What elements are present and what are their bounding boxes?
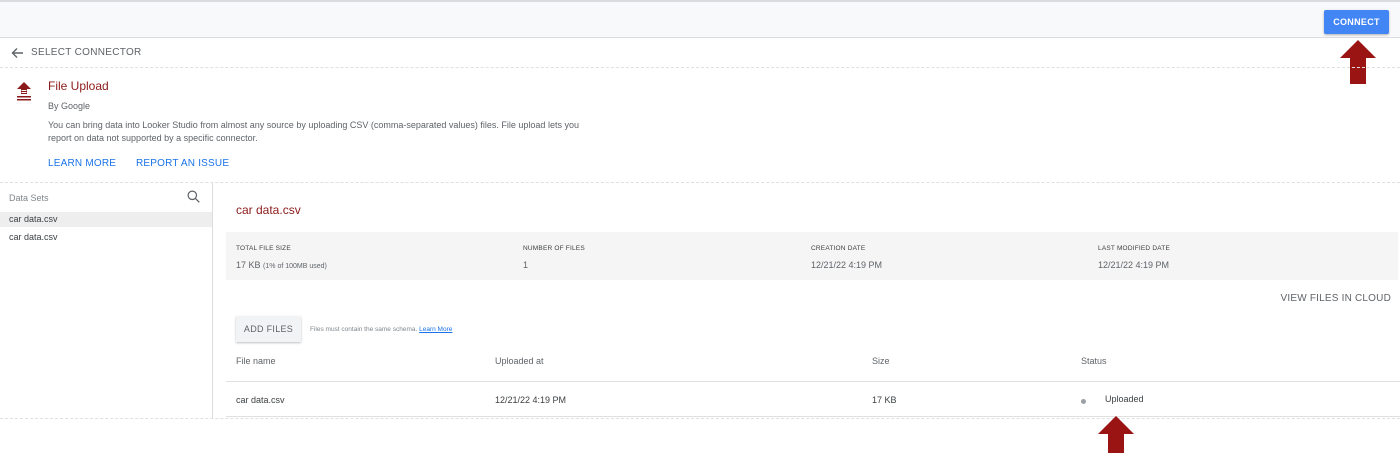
status-dot-icon bbox=[1081, 399, 1086, 404]
table-header-divider bbox=[226, 381, 1400, 382]
column-header-file-name: File name bbox=[236, 356, 276, 366]
status-cell: Uploaded bbox=[1105, 394, 1144, 404]
number-of-files-value: 1 bbox=[523, 260, 529, 270]
last-modified-label: LAST MODIFIED DATE bbox=[1098, 245, 1170, 252]
creation-date-label: CREATION DATE bbox=[811, 245, 866, 252]
schema-note: Files must contain the same schema. Lear… bbox=[310, 326, 452, 333]
column-header-size: Size bbox=[872, 356, 890, 366]
uploaded-at-cell: 12/21/22 4:19 PM bbox=[495, 395, 567, 405]
size-cell: 17 KB bbox=[872, 395, 897, 405]
total-file-size-note: (1% of 100MB used) bbox=[263, 263, 327, 270]
file-name-cell: car data.csv bbox=[236, 395, 285, 405]
creation-date-value: 12/21/22 4:19 PM bbox=[811, 260, 883, 270]
dataset-stats: TOTAL FILE SIZE 17 KB (1% of 100MB used)… bbox=[226, 232, 1398, 280]
total-file-size-label: TOTAL FILE SIZE bbox=[236, 245, 291, 252]
search-icon[interactable] bbox=[187, 190, 200, 203]
add-files-button[interactable]: ADD FILES bbox=[236, 316, 301, 342]
dataset-item[interactable]: car data.csv bbox=[0, 212, 212, 227]
back-arrow-icon[interactable] bbox=[10, 46, 24, 60]
top-toolbar: CONNECT bbox=[0, 0, 1400, 38]
datasets-header: Data Sets bbox=[9, 193, 49, 203]
datasets-sidebar: Data Sets car data.csv car data.csv bbox=[0, 183, 213, 418]
column-header-uploaded-at: Uploaded at bbox=[495, 356, 544, 366]
total-file-size-value: 17 KB (1% of 100MB used) bbox=[236, 260, 327, 270]
report-issue-link[interactable]: REPORT AN ISSUE bbox=[136, 158, 229, 169]
schema-note-text: Files must contain the same schema. bbox=[310, 326, 418, 333]
number-of-files-label: NUMBER OF FILES bbox=[523, 245, 585, 252]
schema-learn-more-link[interactable]: Learn More bbox=[419, 326, 452, 333]
connect-button[interactable]: CONNECT bbox=[1324, 10, 1389, 34]
dataset-title: car data.csv bbox=[236, 203, 301, 217]
select-connector-label[interactable]: SELECT CONNECTOR bbox=[31, 47, 142, 58]
upload-icon bbox=[17, 82, 31, 101]
table-bottom-divider bbox=[226, 416, 1400, 417]
column-header-status: Status bbox=[1081, 356, 1107, 366]
last-modified-value: 12/21/22 4:19 PM bbox=[1098, 260, 1170, 270]
page-bottom-divider bbox=[0, 418, 1400, 419]
connector-description: You can bring data into Looker Studio fr… bbox=[48, 120, 579, 143]
view-files-in-cloud-link[interactable]: VIEW FILES IN CLOUD bbox=[1281, 293, 1392, 304]
connector-author: By Google bbox=[48, 101, 91, 111]
select-connector-bar: SELECT CONNECTOR bbox=[0, 38, 1400, 68]
connector-title: File Upload bbox=[48, 79, 109, 93]
total-file-size-amount: 17 KB bbox=[236, 260, 261, 270]
learn-more-link[interactable]: LEARN MORE bbox=[48, 158, 116, 169]
dataset-item[interactable]: car data.csv bbox=[0, 230, 212, 245]
